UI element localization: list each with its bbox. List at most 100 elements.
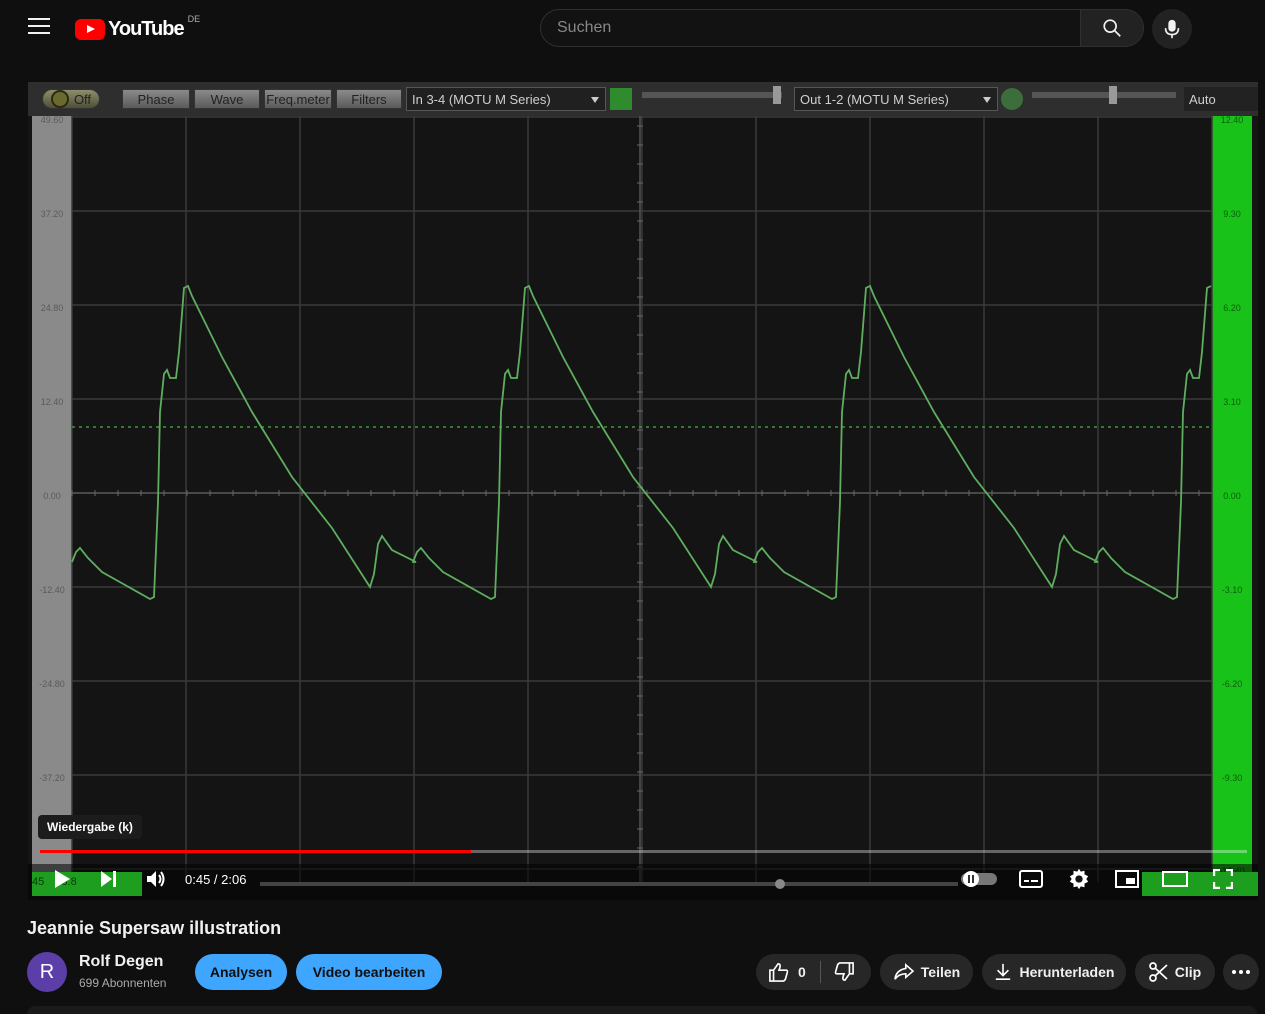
osc-left-scale-label: 0.00	[43, 491, 61, 501]
osc-power-label: Off	[73, 91, 92, 107]
menu-icon[interactable]	[28, 18, 50, 36]
share-button[interactable]: Teilen	[880, 954, 973, 990]
download-button[interactable]: Herunterladen	[982, 954, 1126, 990]
scissors-icon	[1148, 962, 1168, 982]
next-button[interactable]	[96, 862, 122, 896]
osc-right-scale-label: -3.10	[1222, 585, 1243, 595]
osc-left-scale-label: 24.80	[41, 303, 64, 313]
dislike-button[interactable]	[833, 962, 855, 982]
thumbs-up-icon	[769, 962, 789, 982]
osc-right-scale-label: 12.40	[1221, 115, 1244, 125]
osc-right-scale-label: 6.20	[1223, 303, 1241, 313]
more-actions-button[interactable]	[1223, 954, 1259, 990]
dropdown-arrow-icon	[591, 97, 599, 103]
video-player[interactable]: 49.60 37.20 24.80 12.40 0.00 -12.40 -24.80 -37.…	[28, 82, 1258, 900]
osc-phase-label: Phase	[137, 91, 175, 107]
avatar[interactable]: R	[27, 952, 67, 992]
osc-left-scale-label: -12.40	[39, 585, 65, 595]
osc-in-slider-thumb	[773, 86, 781, 104]
miniplayer-icon	[1115, 870, 1139, 888]
search-box	[540, 9, 1080, 47]
logo-text: YouTube	[108, 17, 185, 40]
osc-right-scale-label: -6.20	[1222, 679, 1243, 689]
like-button[interactable]: 0	[768, 962, 806, 982]
fullscreen-button[interactable]	[1208, 862, 1238, 896]
osc-input-label: In 3-4 (MOTU M Series)	[412, 91, 551, 107]
osc-filters-label: Filters	[351, 91, 387, 107]
edit-video-button[interactable]: Video bearbeiten	[296, 954, 442, 990]
osc-right-scale-label: 9.30	[1223, 209, 1241, 219]
osc-filters-button: Filters	[336, 89, 402, 109]
skip-next-icon	[101, 871, 116, 887]
osc-left-scale-label: -37.20	[39, 773, 65, 783]
download-icon	[995, 963, 1010, 981]
search-input[interactable]	[541, 10, 1080, 46]
clip-label: Clip	[1174, 964, 1202, 980]
osc-input-select: In 3-4 (MOTU M Series)	[406, 87, 606, 111]
osc-wave-button: Wave	[194, 89, 260, 109]
osc-in-meter-icon	[610, 88, 632, 110]
osc-right-scale-label: 3.10	[1223, 397, 1241, 407]
share-icon	[893, 963, 915, 980]
osc-auto-button: Auto	[1184, 87, 1258, 111]
download-label: Herunterladen	[1019, 964, 1115, 980]
progress-fill	[40, 850, 471, 853]
osc-left-scale-label: 12.40	[41, 397, 64, 407]
youtube-logo[interactable]: YouTube DE	[75, 14, 201, 41]
settings-button[interactable]	[1064, 862, 1094, 896]
osc-power-button: Off	[42, 89, 100, 109]
time-display: 0:45 / 2:06	[185, 862, 255, 896]
subscriber-count: 699 Abonnenten	[79, 976, 167, 990]
channel-name[interactable]: Rolf Degen	[79, 953, 163, 971]
osc-out-slider-thumb	[1109, 86, 1117, 104]
next-section-edge	[27, 1006, 1257, 1014]
thumbs-down-icon	[834, 962, 854, 982]
osc-output-select: Out 1-2 (MOTU M Series)	[794, 87, 998, 111]
microphone-icon	[1164, 19, 1180, 39]
osc-right-scale-label: -9.30	[1222, 773, 1243, 783]
theater-mode-icon	[1162, 871, 1188, 887]
volume-icon	[147, 871, 165, 887]
dropdown-arrow-icon	[983, 97, 991, 103]
search-button[interactable]	[1080, 9, 1144, 47]
autoplay-toggle[interactable]	[960, 862, 998, 896]
osc-out-speaker-icon	[1001, 88, 1023, 110]
osc-out-slider-track	[1032, 92, 1176, 98]
osc-freq-label: Freq.meter	[266, 91, 330, 107]
osc-left-scale-label: 37.20	[41, 209, 64, 219]
osc-left-scale-label: -24.80	[39, 679, 65, 689]
play-tooltip: Wiedergabe (k)	[38, 815, 142, 839]
osc-freq-button: Freq.meter	[264, 89, 332, 109]
osc-wave-label: Wave	[210, 91, 244, 107]
oscilloscope-display: 49.60 37.20 24.80 12.40 0.00 -12.40 -24.80 -37.…	[28, 82, 1258, 900]
time-text: 0:45 / 2:06	[185, 871, 247, 887]
progress-bar[interactable]	[40, 850, 1247, 853]
osc-phase-button: Phase	[122, 89, 190, 109]
osc-auto-label: Auto	[1189, 91, 1216, 107]
search-icon	[1103, 19, 1121, 37]
osc-in-slider-track	[642, 92, 782, 98]
more-horizontal-icon	[1232, 970, 1250, 974]
autoplay-toggle-icon	[961, 871, 997, 887]
like-divider	[819, 961, 821, 983]
analytics-button[interactable]: Analysen	[195, 954, 287, 990]
osc-left-scale-label: 49.60	[41, 115, 64, 125]
theater-mode-button[interactable]	[1160, 862, 1190, 896]
play-button[interactable]	[48, 862, 76, 896]
volume-button[interactable]	[142, 862, 170, 896]
video-title: Jeannie Supersaw illustration	[27, 918, 282, 938]
country-code: DE	[187, 14, 201, 24]
osc-right-scale-label: 0.00	[1223, 491, 1241, 501]
clip-button[interactable]: Clip	[1135, 954, 1215, 990]
voice-search-button[interactable]	[1152, 9, 1192, 49]
youtube-play-icon	[75, 18, 105, 40]
like-count: 0	[798, 964, 806, 980]
like-dislike-group: 0	[756, 954, 871, 990]
power-icon	[50, 90, 69, 108]
fullscreen-icon	[1213, 869, 1233, 889]
subtitles-button[interactable]	[1016, 862, 1046, 896]
analytics-label: Analysen	[209, 964, 273, 980]
player-controls: 0:45 / 2:06	[28, 862, 1258, 896]
miniplayer-button[interactable]	[1112, 862, 1142, 896]
gear-icon	[1069, 868, 1089, 890]
